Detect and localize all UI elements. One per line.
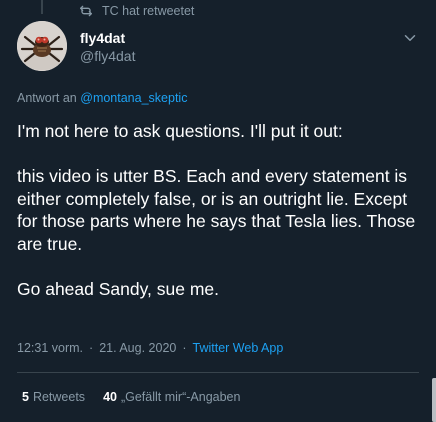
retweet-icon <box>80 5 92 17</box>
tweet-paragraph: Go ahead Sandy, sue me. <box>17 278 220 299</box>
chevron-down-icon[interactable] <box>401 29 419 47</box>
likes-label: „Gefällt mir“-Angaben <box>120 390 241 404</box>
avatar[interactable] <box>17 21 67 71</box>
retweet-banner-text: TC hat retweetet <box>102 4 195 18</box>
retweets-count: 5 <box>22 390 29 404</box>
likes-stat[interactable]: 40 „Gefällt mir“-Angaben <box>103 390 240 404</box>
tweet-text: I'm not here to ask questions. I'll put … <box>17 120 422 300</box>
author-display-name[interactable]: fly4dat <box>80 29 135 47</box>
retweets-stat[interactable]: 5 Retweets <box>22 390 85 404</box>
tweet-meta: 12:31 vorm. · 21. Aug. 2020 · Twitter We… <box>17 341 283 355</box>
author-handle[interactable]: @fly4dat <box>80 47 135 65</box>
reply-context: Antwort an @montana_skeptic <box>17 91 187 105</box>
retweets-label: Retweets <box>32 390 86 404</box>
tweet-paragraph: this video is utter BS. Each and every s… <box>17 166 416 254</box>
tweet-time[interactable]: 12:31 vorm. <box>17 341 83 355</box>
divider <box>17 372 419 373</box>
thread-connector-line <box>41 0 43 14</box>
engagement-stats: 5 Retweets 40 „Gefällt mir“-Angaben <box>22 390 240 404</box>
reply-prefix: Antwort an <box>17 91 77 105</box>
scrollbar-thumb[interactable] <box>432 378 436 422</box>
tweet-date[interactable]: 21. Aug. 2020 <box>99 341 176 355</box>
author-block[interactable]: fly4dat @fly4dat <box>80 29 135 65</box>
tweet-paragraph: I'm not here to ask questions. I'll put … <box>17 121 343 141</box>
retweet-banner: TC hat retweetet <box>78 3 194 19</box>
reply-mention-link[interactable]: @montana_skeptic <box>80 91 187 105</box>
likes-count: 40 <box>103 390 117 404</box>
avatar-image <box>17 21 67 71</box>
source-app-link[interactable]: Twitter Web App <box>193 341 284 355</box>
meta-separator: · <box>182 341 187 355</box>
meta-separator: · <box>89 341 94 355</box>
